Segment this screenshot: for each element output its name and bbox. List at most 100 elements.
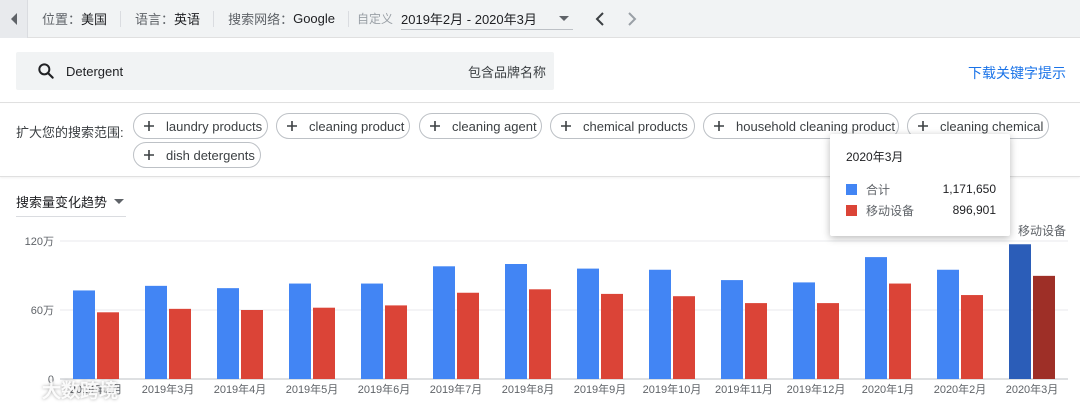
y-tick-label: 120万 <box>25 236 54 248</box>
bar-total[interactable] <box>433 266 455 379</box>
plus-icon <box>287 121 297 131</box>
language-label: 语言： <box>135 12 175 27</box>
x-tick-label: 2019年10月 <box>643 382 702 396</box>
chip-label: laundry products <box>166 118 263 134</box>
triangle-left-icon <box>10 12 17 25</box>
y-tick-label: 60万 <box>31 305 54 317</box>
bar-total[interactable] <box>721 280 743 379</box>
filter-bar: 位置： 美国 语言： 英语 搜索网络： Google 自定义 2019年2月 -… <box>0 0 1080 38</box>
tooltip-title: 2020年3月 <box>846 150 904 164</box>
plus-icon <box>714 121 724 131</box>
bar-mobile[interactable] <box>529 289 551 379</box>
tooltip-series-name: 合计 <box>866 182 891 197</box>
x-tick-label: 2019年11月 <box>715 382 773 396</box>
download-keywords-link[interactable]: 下载关键字提示 <box>968 63 1066 83</box>
chip-label: dish detergents <box>166 147 255 163</box>
language-filter[interactable]: 语言： 英语 <box>121 0 215 38</box>
bar-mobile[interactable] <box>961 295 983 379</box>
chevron-right-icon <box>628 11 637 26</box>
prev-period-button[interactable] <box>587 6 613 32</box>
x-tick-label: 2019年5月 <box>286 382 339 396</box>
bar-mobile[interactable] <box>817 303 839 379</box>
bar-mobile[interactable] <box>313 307 335 379</box>
x-tick-label: 2020年1月 <box>862 382 915 396</box>
search-row: Detergent 包含品牌名称 下载关键字提示 <box>0 39 1080 103</box>
chip-label: cleaning agent <box>452 118 537 134</box>
chip-label: household cleaning product <box>736 118 896 134</box>
trend-metric-select[interactable]: 搜索量变化趋势 <box>16 192 125 211</box>
keyword-search-box[interactable]: Detergent 包含品牌名称 <box>16 52 554 90</box>
search-term: Detergent <box>66 63 124 79</box>
location-label: 位置： <box>42 12 82 27</box>
bar-total[interactable] <box>793 282 815 379</box>
plus-icon <box>561 121 571 131</box>
tooltip-series-value: 896,901 <box>952 203 996 217</box>
chip-label: chemical products <box>583 118 688 134</box>
bar-mobile[interactable] <box>889 283 911 379</box>
bar-mobile[interactable] <box>241 310 263 379</box>
chip-cleaning-product[interactable]: cleaning product <box>276 113 410 139</box>
x-tick-label: 2019年6月 <box>358 382 411 396</box>
tooltip-series-value: 1,171,650 <box>942 182 996 196</box>
tooltip-row-mobile: 移动设备 896,901 <box>846 201 996 219</box>
chevron-left-icon <box>595 11 604 26</box>
chip-label: cleaning chemical <box>940 118 1044 134</box>
bar-total[interactable] <box>361 283 383 379</box>
x-tick-label: 2019年9月 <box>574 382 627 396</box>
chip-chemical-products[interactable]: chemical products <box>550 113 695 139</box>
trend-metric-label: 搜索量变化趋势 <box>16 195 108 210</box>
chart-tooltip: 2020年3月 合计 1,171,650 移动设备 896,901 <box>830 134 1010 236</box>
bar-total[interactable] <box>289 283 311 379</box>
bar-mobile[interactable] <box>385 305 407 379</box>
series-swatch <box>846 183 857 195</box>
expand-search-label: 扩大您的搜索范围: <box>16 125 124 140</box>
caret-down-icon <box>114 199 125 204</box>
bar-total[interactable] <box>649 269 671 379</box>
tooltip-series-name: 移动设备 <box>866 203 915 218</box>
series-swatch <box>846 204 857 216</box>
x-tick-label: 2019年4月 <box>214 382 267 396</box>
plus-icon <box>144 150 154 160</box>
bar-mobile[interactable] <box>169 308 191 379</box>
bar-total[interactable] <box>217 288 239 379</box>
chip-dish-detergents[interactable]: dish detergents <box>133 142 261 168</box>
bar-mobile[interactable] <box>97 312 119 379</box>
bar-total[interactable] <box>1009 244 1031 379</box>
bar-total[interactable] <box>937 269 959 379</box>
watermark: 大数跨境 <box>8 376 118 403</box>
chip-cleaning-agent[interactable]: cleaning agent <box>419 113 542 139</box>
network-label: 搜索网络： <box>228 12 294 27</box>
bar-mobile[interactable] <box>457 292 479 379</box>
date-mode-label: 自定义 <box>357 12 394 26</box>
bar-mobile[interactable] <box>601 293 623 379</box>
bar-mobile[interactable] <box>1033 275 1055 379</box>
chip-label: cleaning product <box>309 118 405 134</box>
watermark-text: 大数跨境 <box>42 381 119 402</box>
chip-laundry-products[interactable]: laundry products <box>133 113 268 139</box>
language-value: 英语 <box>174 12 201 27</box>
bar-mobile[interactable] <box>745 303 767 379</box>
network-value: Google <box>293 11 335 26</box>
date-range-select[interactable]: 2019年2月 - 2020年3月 <box>401 8 573 30</box>
plus-icon <box>918 121 928 131</box>
watermark-logo-icon <box>10 379 37 399</box>
bar-total[interactable] <box>577 268 599 379</box>
x-tick-label: 2019年3月 <box>142 382 195 396</box>
x-tick-label: 2019年12月 <box>787 382 846 396</box>
plus-icon <box>430 121 440 131</box>
legend-mobile: 移动设备 <box>1017 224 1066 238</box>
location-filter[interactable]: 位置： 美国 <box>28 0 122 38</box>
location-value: 美国 <box>81 12 108 27</box>
bar-total[interactable] <box>73 290 95 379</box>
bar-total[interactable] <box>865 257 887 379</box>
include-brand-toggle[interactable]: 包含品牌名称 <box>468 62 546 81</box>
bar-mobile[interactable] <box>673 296 695 379</box>
x-tick-label: 2019年8月 <box>502 382 555 396</box>
next-period-button[interactable] <box>619 6 645 32</box>
bar-total[interactable] <box>505 264 527 379</box>
search-icon <box>38 63 54 79</box>
divider <box>348 10 349 27</box>
network-filter[interactable]: 搜索网络： Google <box>214 0 349 38</box>
bar-total[interactable] <box>145 285 167 379</box>
collapse-button[interactable] <box>0 0 28 38</box>
